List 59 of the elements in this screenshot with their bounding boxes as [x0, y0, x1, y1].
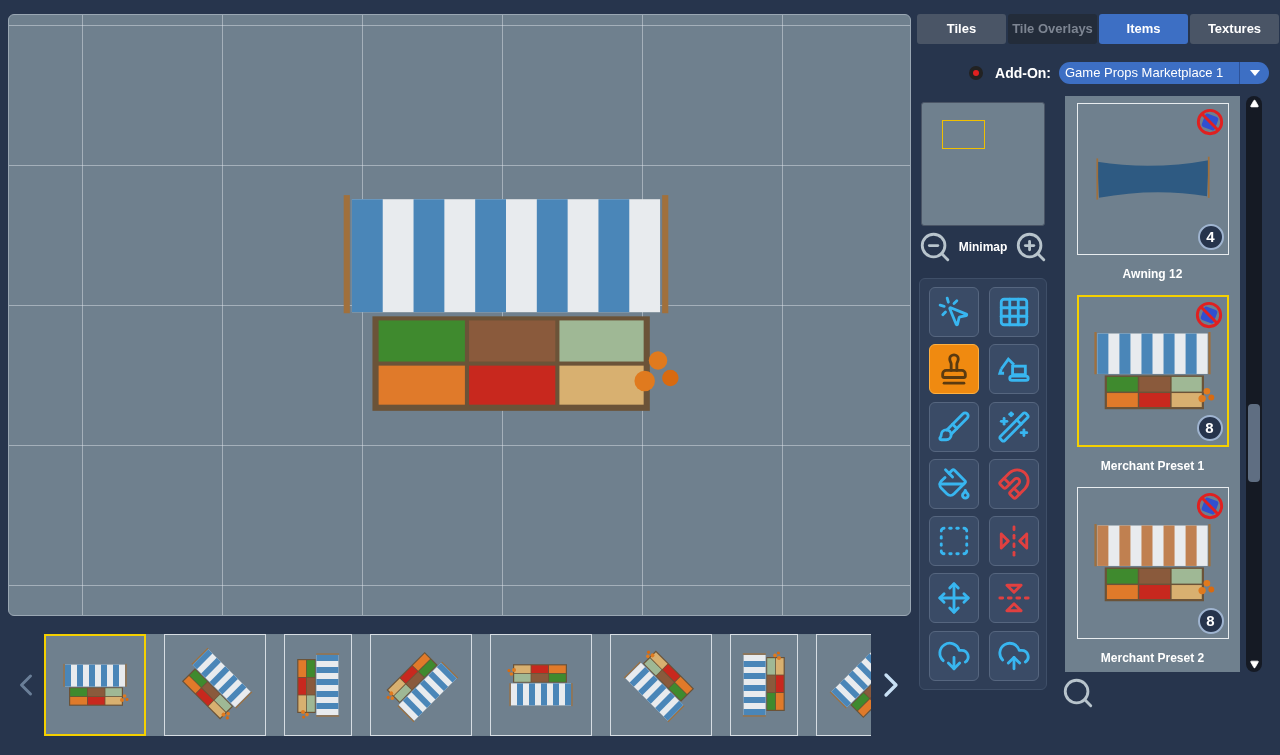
- variation-thumbnail[interactable]: [370, 634, 472, 736]
- market-stall-drawing: [742, 651, 786, 719]
- tool-button[interactable]: [929, 287, 979, 337]
- market-stall-drawing: [296, 651, 340, 719]
- search-button[interactable]: [1061, 676, 1095, 710]
- tool-button[interactable]: [929, 630, 979, 681]
- count-badge: 8: [1197, 608, 1224, 634]
- tool-button[interactable]: [929, 573, 979, 624]
- tool-button[interactable]: [988, 344, 1039, 395]
- tool-button[interactable]: [988, 401, 1039, 452]
- zoom-out-button[interactable]: [918, 230, 952, 264]
- variation-thumbnail[interactable]: [610, 634, 712, 736]
- dropdown-caret-icon: [1249, 70, 1260, 76]
- magnet-icon: [996, 466, 1031, 501]
- tool-button[interactable]: [929, 516, 979, 567]
- tool-button[interactable]: [988, 458, 1039, 509]
- magic-wand-icon: [996, 409, 1031, 444]
- tool-button[interactable]: [929, 458, 979, 509]
- tab[interactable]: Items: [1099, 14, 1188, 44]
- addon-label: Add-On:: [995, 63, 1051, 83]
- tool-button[interactable]: [988, 630, 1039, 681]
- scrollbar-thumb[interactable]: [1248, 404, 1260, 482]
- count-badge: 4: [1197, 224, 1224, 250]
- no-dice-icon: [1194, 301, 1223, 329]
- scroll-up-icon: [1249, 99, 1259, 108]
- variation-thumbnail[interactable]: [730, 634, 798, 736]
- brush-icon: [937, 409, 971, 444]
- tool-button[interactable]: [988, 573, 1039, 624]
- paint-bucket-icon: [937, 466, 971, 501]
- zoom-in-button[interactable]: [1014, 230, 1048, 264]
- variation-thumbnail[interactable]: [490, 634, 592, 736]
- tool-button[interactable]: [929, 401, 979, 452]
- status-led-icon: [969, 66, 983, 80]
- item-name: Awning 12: [1122, 266, 1183, 283]
- scrollbar[interactable]: [1246, 96, 1262, 672]
- map-canvas[interactable]: [8, 14, 911, 616]
- no-dice-icon: [1195, 108, 1224, 136]
- tool-button[interactable]: [988, 287, 1039, 337]
- item-card[interactable]: 8: [1076, 295, 1229, 447]
- no-dice-icon: [1195, 492, 1224, 520]
- variation-thumbnail[interactable]: [164, 634, 266, 736]
- item-name: Merchant Preset 1: [1100, 458, 1205, 475]
- move-icon: [937, 581, 971, 616]
- item-name: Merchant Preset 2: [1100, 650, 1205, 667]
- item-card[interactable]: 4: [1076, 103, 1229, 255]
- minimap-label: Minimap: [958, 239, 1008, 256]
- tab[interactable]: Textures: [1190, 14, 1279, 44]
- count-badge: 8: [1196, 415, 1223, 441]
- tool-button[interactable]: [988, 516, 1039, 567]
- tool-button[interactable]: [929, 344, 979, 395]
- market-stall-drawing: [61, 663, 129, 707]
- addon-dropdown[interactable]: Game Props Marketplace 1: [1059, 62, 1269, 84]
- item-card[interactable]: 8: [1076, 487, 1229, 639]
- variation-thumbnail[interactable]: [44, 634, 146, 736]
- tab[interactable]: Tiles: [917, 14, 1006, 44]
- pointer-icon: [937, 295, 971, 329]
- scroll-down-icon: [1249, 660, 1259, 669]
- variation-thumbnail[interactable]: [284, 634, 352, 736]
- market-stall-drawing: [507, 663, 575, 707]
